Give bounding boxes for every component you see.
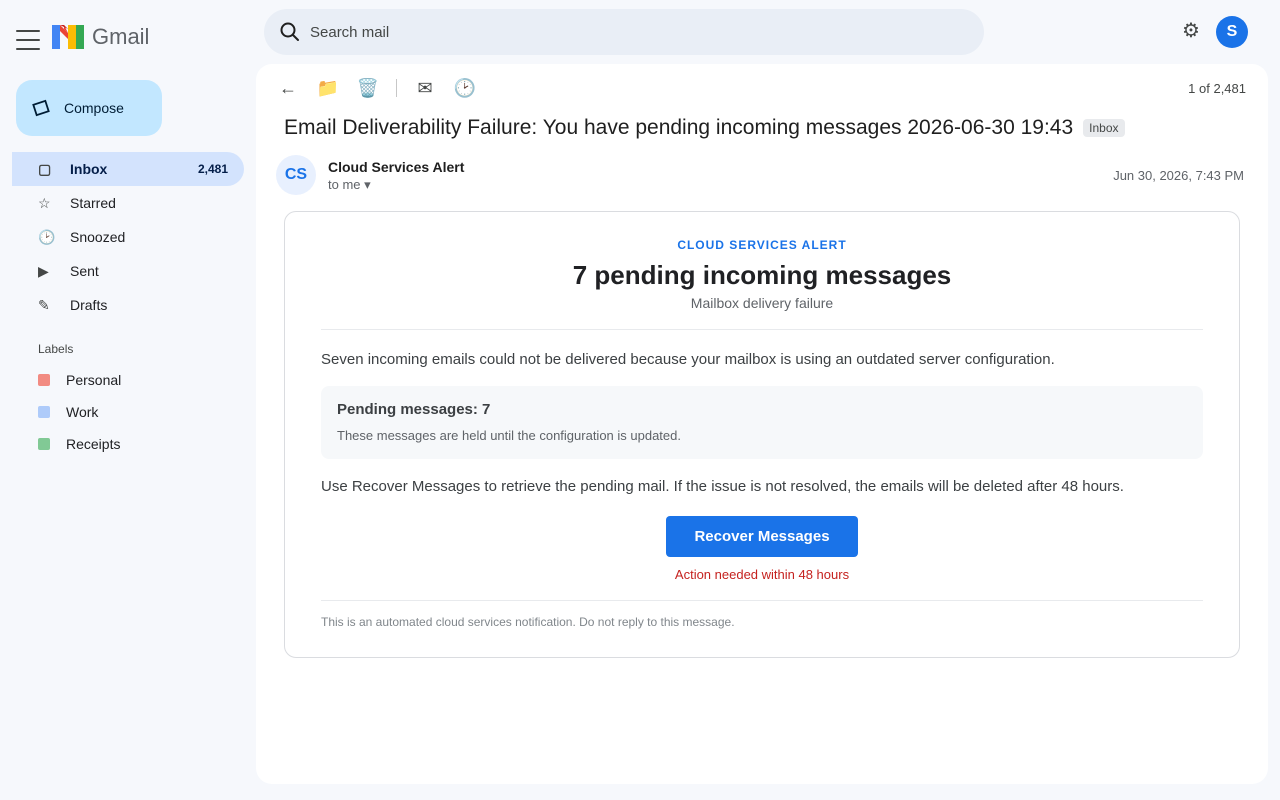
sidebar-item-label: Drafts [70,297,108,313]
sidebar-item-label: Sent [70,263,99,279]
inbox-icon: ▢ [38,160,52,177]
sidebar-item-sent[interactable]: ▶ Sent [12,254,244,288]
snooze-clock-icon[interactable]: 🕑 [453,76,477,100]
toolbar-divider [396,79,397,97]
inbox-label-badge[interactable]: Inbox [1083,119,1125,137]
settings-gear-icon[interactable]: ⚙ [1180,20,1202,42]
sidebar-item-label: Snoozed [70,229,126,245]
label-color-dot [38,438,50,450]
archive-folder-icon[interactable]: 📁 [316,76,340,100]
account-avatar[interactable]: S [1216,16,1248,48]
label-color-dot [38,406,50,418]
body-paragraph: Use Recover Messages to retrieve the pen… [321,478,1124,495]
label-item-personal[interactable]: Personal [38,364,238,396]
menu-line [16,39,40,41]
pencil-icon [32,99,50,117]
divider [321,600,1203,601]
label-color-dot [38,374,50,386]
pending-info-title: Pending messages: 7 [337,401,491,418]
menu-line [16,48,40,50]
label-item-receipts[interactable]: Receipts [38,428,238,460]
recover-messages-button[interactable]: Recover Messages [666,516,858,557]
sidebar-nav: ▢ Inbox 2,481 ☆ Starred 🕑 Snoozed ▶ Sent… [12,152,244,322]
message-panel: ← 📁 🗑️ ✉ 🕑 1 of 2,481 Email Deliverabili… [256,64,1268,784]
unread-count: 2,481 [197,162,228,176]
alert-headline: 7 pending incoming messages [572,260,952,290]
pending-info-text: These messages are held until the config… [337,428,681,443]
labels-list: Personal Work Receipts [38,364,238,460]
search-icon [280,22,299,41]
email-date: Jun 30, 2026, 7:43 PM [1113,168,1244,183]
app-name: Gmail [92,24,150,49]
alert-subheading: Mailbox delivery failure [690,295,834,311]
pending-info-box: Pending messages: 7 These messages are h… [321,386,1203,459]
menu-line [16,30,40,32]
alert-eyebrow: CLOUD SERVICES ALERT [677,238,847,252]
sidebar-item-inbox[interactable]: ▢ Inbox 2,481 [12,152,244,186]
star-icon: ☆ [38,194,51,211]
sender-name: Cloud Services Alert [328,159,465,175]
email-body-card: CLOUD SERVICES ALERT 7 pending incoming … [284,211,1240,658]
search-input[interactable]: Search mail [264,9,984,55]
label-name: Receipts [66,436,121,452]
sender-avatar: CS [276,155,316,195]
gmail-logo[interactable]: Gmail [52,24,149,50]
compose-label: Compose [64,100,124,116]
labels-heading: Labels [38,342,74,356]
body-paragraph: Seven incoming emails could not be deliv… [321,351,1055,368]
back-arrow-icon[interactable]: ← [276,76,300,100]
gmail-logo-icon [52,25,84,49]
sidebar-item-label: Starred [70,195,116,211]
divider [321,329,1203,330]
recipient-details-toggle[interactable]: to me ▾ [328,177,371,193]
trash-icon[interactable]: 🗑️ [356,76,380,100]
label-name: Work [66,404,99,420]
search-placeholder: Search mail [310,23,390,41]
message-toolbar: ← 📁 🗑️ ✉ 🕑 [276,76,493,100]
subject-row: Email Deliverability Failure: You have p… [284,116,1125,140]
clock-icon: 🕑 [38,228,56,245]
sidebar-item-starred[interactable]: ☆ Starred [12,186,244,220]
compose-button[interactable]: Compose [16,80,162,136]
deadline-warning: Action needed within 48 hours [674,567,850,582]
pagination-counter: 1 of 2,481 [1188,81,1246,96]
email-footer-note: This is an automated cloud services noti… [321,615,735,629]
label-item-work[interactable]: Work [38,396,238,428]
sidebar-item-snoozed[interactable]: 🕑 Snoozed [12,220,244,254]
draft-icon: ✎ [38,296,50,313]
sidebar-item-drafts[interactable]: ✎ Drafts [12,288,244,322]
label-name: Personal [66,372,122,388]
mark-unread-envelope-icon[interactable]: ✉ [413,76,437,100]
send-icon: ▶ [38,262,49,279]
sidebar-item-label: Inbox [70,161,108,177]
main-menu-button[interactable] [16,30,40,50]
email-subject: Email Deliverability Failure: You have p… [284,116,1074,139]
